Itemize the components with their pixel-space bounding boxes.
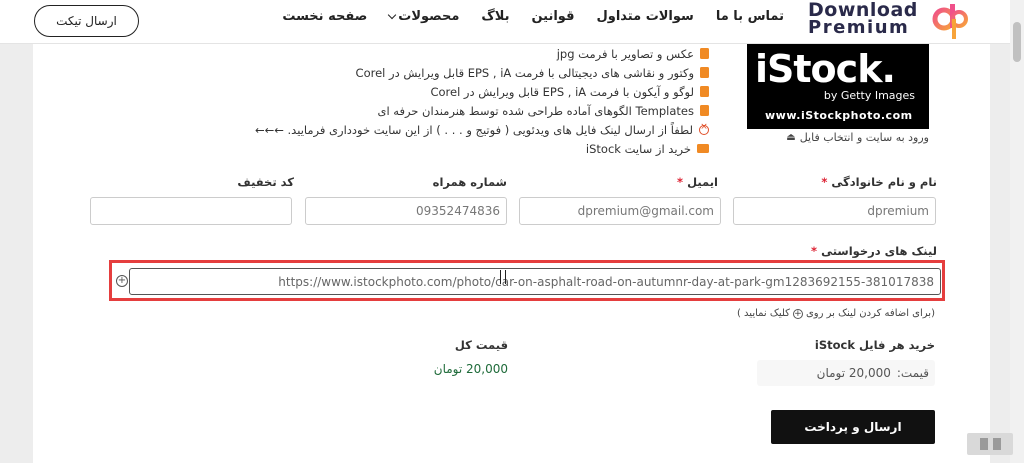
media-controls[interactable]	[967, 433, 1013, 455]
discount-label: کد تخفیف	[237, 175, 294, 189]
name-label: نام و نام خانوادگی *	[821, 175, 937, 189]
nav-rules[interactable]: قوانین	[531, 9, 574, 24]
phone-field[interactable]: 09352474836	[305, 197, 507, 225]
control-icon	[992, 438, 1001, 450]
file-icon	[700, 86, 709, 97]
logo-line2: Premium	[808, 17, 910, 38]
istock-banner[interactable]: iStock. by Getty Images www.iStockphoto.…	[747, 44, 929, 129]
phone-label: شماره همراه	[432, 175, 507, 189]
send-ticket-button[interactable]: ارسال تیکت	[34, 5, 139, 37]
login-select-file-link[interactable]: ورود به سایت و انتخاب فایل ⏏	[786, 131, 929, 144]
site-header: ارسال تیکت صفحه نخست محصولات بلاگ قوانین…	[0, 0, 1024, 44]
list-item: لوگو و آیکون با فرمت EPS , iA قابل ویرای…	[255, 82, 709, 101]
name-field[interactable]: dpremium	[733, 197, 936, 225]
istock-url: www.iStockphoto.com	[765, 109, 913, 122]
add-link-icon[interactable]: +	[116, 275, 128, 287]
close-circle-icon	[699, 122, 709, 135]
file-icon	[700, 48, 709, 59]
nav-faq[interactable]: سوالات متداول	[596, 9, 693, 24]
plus-icon: +	[792, 308, 803, 319]
per-file-label: خرید هر فایل iStock	[814, 338, 935, 352]
dp-logo-icon	[932, 4, 968, 39]
list-item: خرید از سایت iStock	[255, 139, 709, 158]
file-icon	[700, 67, 709, 78]
price-box: قیمت: 20,000 تومان	[757, 360, 935, 386]
list-item: عکس و تصاویر با فرمت jpg	[255, 44, 709, 63]
email-field[interactable]: dpremium@gmail.com	[519, 197, 721, 225]
link-highlight: + https://www.istockphoto.com/photo/car-…	[109, 260, 945, 301]
scrollbar[interactable]	[1010, 0, 1024, 463]
link-input[interactable]: https://www.istockphoto.com/photo/car-on…	[129, 268, 941, 295]
features-list: عکس و تصاویر با فرمت jpg وکتور و نقاشی ه…	[255, 44, 709, 158]
main-nav: صفحه نخست محصولات بلاگ قوانین سوالات متد…	[260, 9, 784, 24]
total-value: 20,000 تومان	[433, 362, 508, 376]
list-item: لطفاً از ارسال لینک فایل های ویدئویی ( ف…	[255, 120, 709, 139]
list-item: وکتور و نقاشی های دیجیتالی با فرمت EPS ,…	[255, 63, 709, 82]
total-label: قیمت کل	[454, 338, 508, 352]
control-icon	[979, 438, 988, 450]
list-item: Templates الگوهای آماده طراحی شده توسط ه…	[255, 101, 709, 120]
email-label: ایمیل *	[677, 175, 718, 189]
nav-home[interactable]: صفحه نخست	[282, 9, 367, 24]
site-logo[interactable]: Download Premium	[808, 1, 968, 42]
discount-field[interactable]	[90, 197, 292, 225]
istock-logo: iStock.	[755, 47, 896, 91]
chevron-down-icon	[388, 10, 397, 20]
getty-text: by Getty Images	[823, 89, 915, 102]
nav-products[interactable]: محصولات	[388, 9, 459, 24]
credit-card-icon	[697, 144, 709, 153]
text-cursor-icon	[500, 270, 506, 284]
scrollbar-thumb[interactable]	[1013, 22, 1021, 62]
file-icon	[700, 105, 709, 116]
eject-icon: ⏏	[786, 132, 796, 143]
links-label: لینک های درخواستی *	[811, 244, 937, 258]
submit-pay-button[interactable]: ارسال و پرداخت	[771, 410, 935, 444]
nav-blog[interactable]: بلاگ	[481, 9, 509, 24]
nav-contact[interactable]: تماس با ما	[716, 9, 784, 24]
add-link-hint: (برای اضافه کردن لینک بر روی + کلیک نمای…	[736, 308, 935, 319]
